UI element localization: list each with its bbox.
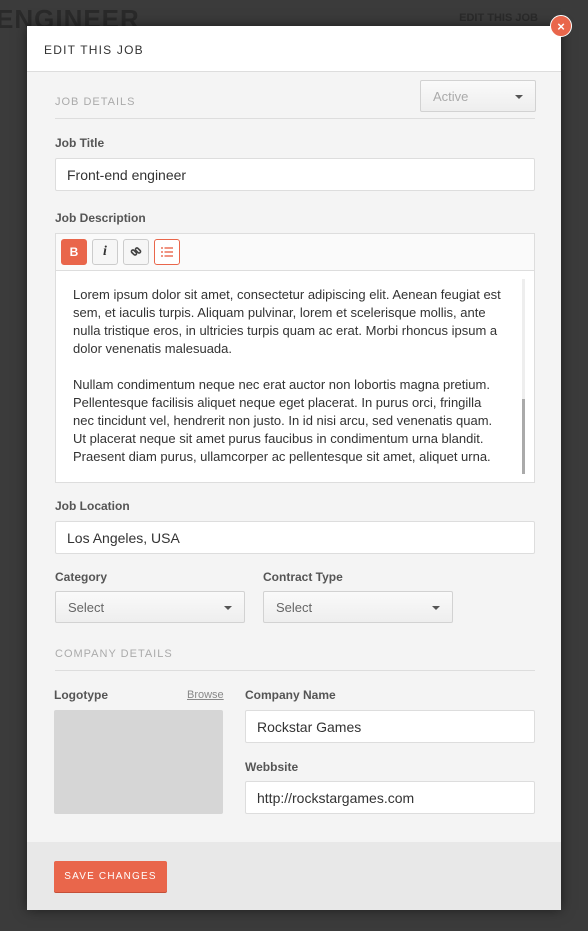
bold-button[interactable]: B	[61, 239, 87, 265]
job-location-label: Job Location	[55, 499, 130, 513]
edit-job-modal: EDIT THIS JOB × JOB DETAILS Active Job T…	[27, 15, 572, 910]
contract-type-value: Select	[276, 600, 313, 615]
modal-footer: SAVE CHANGES	[27, 842, 561, 910]
category-select[interactable]: Select	[55, 591, 245, 623]
close-icon[interactable]: ×	[550, 15, 572, 37]
description-editor[interactable]: B i Lorem ipsum dolor sit amet, consecte…	[55, 233, 535, 483]
link-button[interactable]	[123, 239, 149, 265]
list-icon	[161, 247, 173, 257]
background-edit-link: EDIT THIS JOB	[459, 12, 538, 24]
link-icon	[130, 247, 142, 256]
list-button[interactable]	[154, 239, 180, 265]
job-title-label: Job Title	[55, 136, 105, 150]
status-select[interactable]: Active	[420, 80, 536, 112]
contract-type-select[interactable]: Select	[263, 591, 453, 623]
job-location-input[interactable]: Los Angeles, USA	[55, 521, 535, 554]
company-name-input[interactable]: Rockstar Games	[245, 710, 535, 743]
description-paragraph: Lorem ipsum dolor sit amet, consectetur …	[73, 287, 501, 356]
logotype-label: Logotype	[54, 688, 108, 702]
company-name-label: Company Name	[245, 688, 336, 702]
category-label: Category	[55, 570, 108, 584]
logo-upload-area[interactable]	[54, 710, 223, 814]
save-changes-button[interactable]: SAVE CHANGES	[54, 861, 167, 892]
editor-scrollbar[interactable]	[522, 279, 525, 474]
italic-button[interactable]: i	[92, 239, 118, 265]
description-paragraph: Nullam condimentum neque nec erat auctor…	[73, 377, 493, 464]
contract-type-label: Contract Type	[263, 570, 343, 584]
editor-toolbar: B i	[56, 234, 534, 271]
description-text[interactable]: Lorem ipsum dolor sit amet, consectetur …	[56, 271, 534, 466]
website-label: Webbsite	[245, 760, 299, 774]
browse-link[interactable]: Browse	[187, 689, 224, 701]
category-value: Select	[68, 600, 105, 615]
chevron-down-icon	[432, 606, 440, 610]
chevron-down-icon	[515, 95, 523, 99]
company-details-heading: COMPANY DETAILS	[55, 648, 535, 671]
status-value: Active	[433, 89, 469, 104]
chevron-down-icon	[224, 606, 232, 610]
website-input[interactable]: http://rockstargames.com	[245, 781, 535, 814]
job-description-label: Job Description	[55, 211, 146, 225]
modal-title: EDIT THIS JOB	[27, 26, 561, 72]
job-title-input[interactable]: Front-end engineer	[55, 158, 535, 191]
